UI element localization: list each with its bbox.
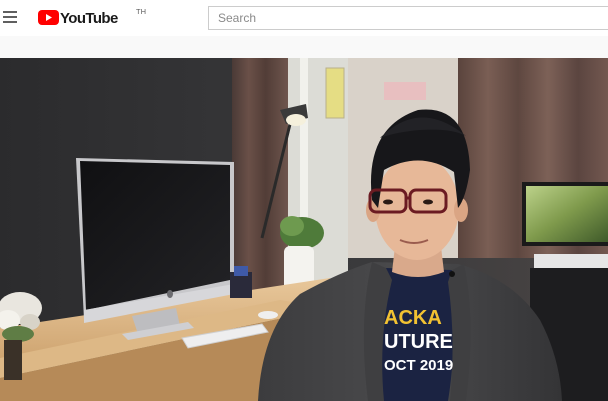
- search-box[interactable]: [208, 6, 608, 30]
- search-input[interactable]: [218, 10, 598, 26]
- youtube-play-icon: [38, 10, 59, 25]
- video-frame: ACKA UTURE OCT 2019: [0, 58, 608, 401]
- masthead: YouTube TH: [0, 0, 608, 36]
- hamburger-menu-icon[interactable]: [3, 11, 17, 23]
- shirt-print-line-2: UTURE: [384, 331, 453, 353]
- logo-wordmark: YouTube: [60, 10, 118, 27]
- logo-country-code: TH: [136, 7, 146, 16]
- shirt-print-line-3: OCT 2019: [384, 357, 453, 374]
- video-player[interactable]: ACKA UTURE OCT 2019: [0, 58, 608, 401]
- shirt-print-line-1: ACKA: [384, 307, 442, 329]
